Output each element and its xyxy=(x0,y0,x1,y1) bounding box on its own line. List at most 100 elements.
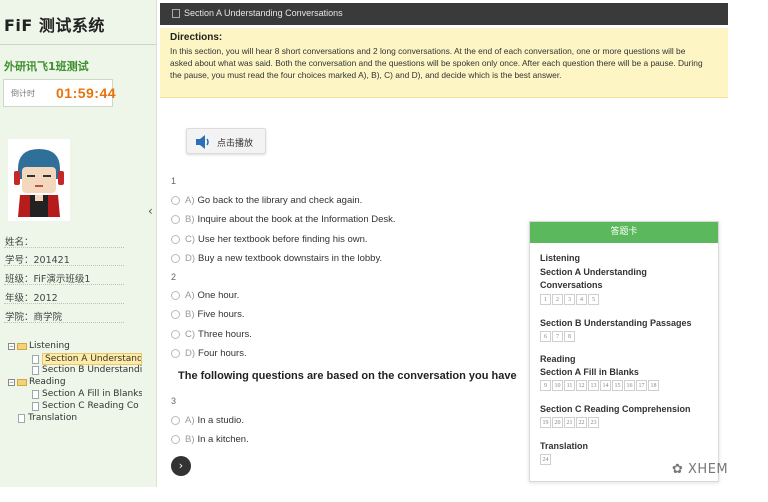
tree-item-fill-in-blanks[interactable]: Section A Fill in Blanks xyxy=(32,389,142,399)
divider xyxy=(4,247,124,248)
chevron-left-icon[interactable]: ‹ xyxy=(148,204,153,218)
tree-item-section-b[interactable]: Section B Understandi xyxy=(32,365,142,375)
question-number: 1 xyxy=(171,176,177,186)
class-info: 班级：FiF演示班级1 xyxy=(5,274,91,285)
folder-icon xyxy=(17,342,27,350)
divider xyxy=(4,284,124,285)
option-letter: B) xyxy=(185,434,195,445)
option-2b[interactable]: B) Five hours. xyxy=(171,309,245,320)
answer-number-box[interactable]: 8 xyxy=(564,331,575,342)
answer-number-box[interactable]: 18 xyxy=(648,380,659,391)
option-text: Buy a new textbook downstairs in the lob… xyxy=(198,253,383,264)
card-heading-listening: Listening xyxy=(540,253,580,263)
option-text: Inquire about the book at the Informatio… xyxy=(197,214,396,225)
option-2a[interactable]: A) One hour. xyxy=(171,290,239,301)
answer-number-box[interactable]: 1 xyxy=(540,294,551,305)
tree-label: Section A Fill in Blanks xyxy=(42,389,142,399)
option-2c[interactable]: C) Three hours. xyxy=(171,329,252,340)
answer-number-box[interactable]: 19 xyxy=(540,417,551,428)
answer-number-box[interactable]: 17 xyxy=(636,380,647,391)
answer-number-box[interactable]: 22 xyxy=(576,417,587,428)
answer-number-box[interactable]: 20 xyxy=(552,417,563,428)
directions-text: In this section, you will hear 8 short c… xyxy=(170,46,703,80)
option-letter: D) xyxy=(185,348,196,359)
section-title: Section A Understanding Conversations xyxy=(184,8,343,18)
radio-button[interactable] xyxy=(171,349,180,358)
option-1a[interactable]: A) Go back to the library and check agai… xyxy=(171,195,362,206)
student-avatar-icon xyxy=(8,139,70,221)
answer-number-box[interactable]: 2 xyxy=(552,294,563,305)
timer-label: 倒计时 xyxy=(11,89,35,98)
question-instruction: The following questions are based on the… xyxy=(178,370,517,382)
answer-number-box[interactable]: 11 xyxy=(564,380,575,391)
wechat-icon: ✿ xyxy=(672,462,689,477)
radio-button[interactable] xyxy=(171,291,180,300)
radio-button[interactable] xyxy=(171,435,180,444)
answer-number-box[interactable]: 15 xyxy=(612,380,623,391)
play-audio-button[interactable]: 点击播放 xyxy=(186,128,266,154)
card-number-row: 19 20 21 22 23 xyxy=(540,417,600,428)
answer-number-box[interactable]: 9 xyxy=(540,380,551,391)
option-1d[interactable]: D) Buy a new textbook downstairs in the … xyxy=(171,253,382,264)
radio-button[interactable] xyxy=(171,196,180,205)
answer-number-box[interactable]: 13 xyxy=(588,380,599,391)
question-number: 2 xyxy=(171,272,177,282)
card-number-row: 678 xyxy=(540,331,576,342)
option-letter: A) xyxy=(185,195,195,206)
answer-number-box[interactable]: 14 xyxy=(600,380,611,391)
collapse-toggle-icon[interactable]: − xyxy=(8,342,15,350)
card-section-label: Conversations xyxy=(540,280,603,290)
tree-item-section-c[interactable]: Section C Reading Co xyxy=(32,401,142,411)
card-heading-translation: Translation xyxy=(540,441,589,451)
tree-label: Section A Understandi xyxy=(42,353,142,365)
answer-number-box[interactable]: 24 xyxy=(540,454,551,465)
tree-item-reading[interactable]: − Reading xyxy=(8,377,66,387)
option-text: Use her textbook before finding his own. xyxy=(198,234,368,245)
option-3b[interactable]: B) In a kitchen. xyxy=(171,434,249,445)
option-text: Go back to the library and check again. xyxy=(197,195,363,206)
option-text: In a studio. xyxy=(197,415,244,426)
option-1c[interactable]: C) Use her textbook before finding his o… xyxy=(171,234,368,245)
speaker-icon xyxy=(196,135,209,149)
answer-number-box[interactable]: 12 xyxy=(576,380,587,391)
answer-number-box[interactable]: 5 xyxy=(588,294,599,305)
option-letter: B) xyxy=(185,214,195,225)
watermark-text: XHEM xyxy=(688,462,729,477)
option-letter: B) xyxy=(185,309,195,320)
folder-icon xyxy=(17,378,27,386)
radio-button[interactable] xyxy=(171,416,180,425)
card-section-label: Section B Understanding Passages xyxy=(540,318,692,328)
answer-number-box[interactable]: 16 xyxy=(624,380,635,391)
tree-item-section-a[interactable]: Section A Understandi xyxy=(32,353,142,365)
college-info: 学院：商学院 xyxy=(5,312,63,323)
radio-button[interactable] xyxy=(171,254,180,263)
tree-item-listening[interactable]: − Listening xyxy=(8,341,70,351)
answer-number-box[interactable]: 23 xyxy=(588,417,599,428)
next-button[interactable]: › xyxy=(171,456,191,476)
answer-number-box[interactable]: 4 xyxy=(576,294,587,305)
tree-item-translation[interactable]: Translation xyxy=(18,413,77,423)
page-icon xyxy=(32,354,39,364)
option-1b[interactable]: B) Inquire about the book at the Informa… xyxy=(171,214,396,225)
answer-number-box[interactable]: 7 xyxy=(552,331,563,342)
answer-number-box[interactable]: 21 xyxy=(564,417,575,428)
radio-button[interactable] xyxy=(171,310,180,319)
card-heading-reading: Reading xyxy=(540,354,576,364)
option-text: Three hours. xyxy=(198,329,252,340)
avatar xyxy=(8,139,70,221)
divider xyxy=(4,303,124,304)
collapse-toggle-icon[interactable]: − xyxy=(8,378,15,386)
option-3a[interactable]: A) In a studio. xyxy=(171,415,244,426)
radio-button[interactable] xyxy=(171,215,180,224)
student-id: 学号：201421 xyxy=(5,255,70,266)
card-number-row: 9 10 11 12 13 14 15 16 17 18 xyxy=(540,380,660,391)
radio-button[interactable] xyxy=(171,235,180,244)
option-2d[interactable]: D) Four hours. xyxy=(171,348,247,359)
option-letter: D) xyxy=(185,253,196,264)
radio-button[interactable] xyxy=(171,330,180,339)
answer-number-box[interactable]: 3 xyxy=(564,294,575,305)
countdown-timer: 倒计时 01:59:44 xyxy=(3,79,116,107)
answer-number-box[interactable]: 10 xyxy=(552,380,563,391)
answer-number-box[interactable]: 6 xyxy=(540,331,551,342)
divider xyxy=(4,322,124,323)
